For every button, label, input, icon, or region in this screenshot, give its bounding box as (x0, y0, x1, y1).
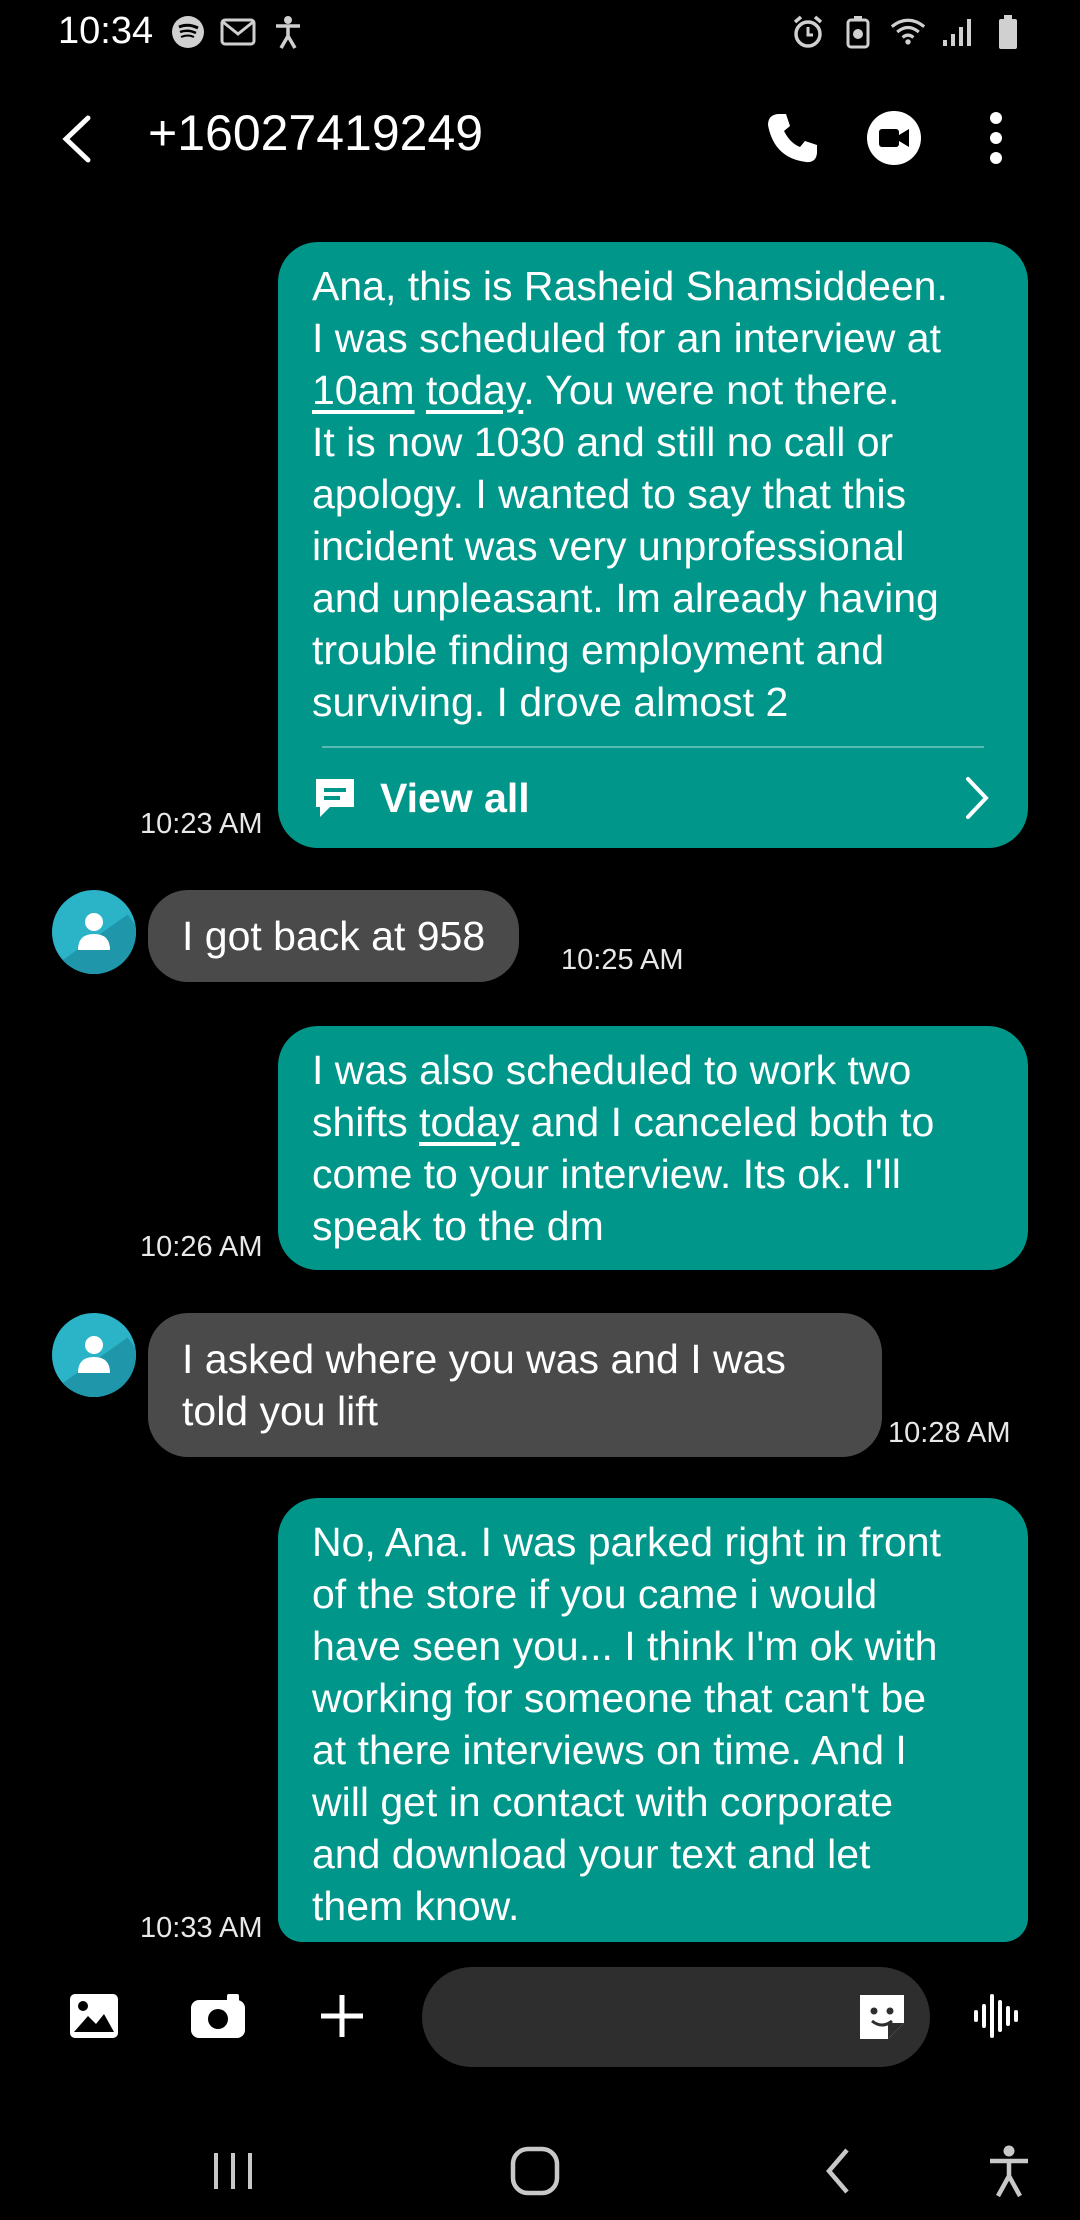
status-time: 10:34 (58, 10, 154, 52)
mail-icon (220, 14, 256, 50)
message-bubble-outgoing[interactable]: No, Ana. I was parked right in front of … (278, 1498, 1028, 1942)
spotify-icon (170, 14, 206, 50)
message-timestamp: 10:26 AM (140, 1231, 263, 1263)
accessibility-button[interactable] (974, 2136, 1044, 2206)
message-line: I asked where you was and I was (182, 1336, 786, 1382)
message-composer (0, 1950, 1080, 2080)
system-back-button[interactable] (804, 2136, 874, 2206)
voice-record-button[interactable] (962, 1980, 1034, 2052)
message-line: them know. (312, 1883, 520, 1929)
date-link[interactable]: today (419, 1099, 519, 1145)
message-line: I was also scheduled to work two (312, 1047, 912, 1093)
contact-name[interactable]: +16027419249 (148, 104, 483, 162)
message-timestamp: 10:28 AM (888, 1417, 1011, 1449)
chevron-right-icon (966, 777, 989, 819)
message-line: will get in contact with corporate (312, 1779, 894, 1825)
more-options-icon (990, 112, 1002, 164)
message-line: working for someone that can't be (312, 1675, 927, 1721)
back-icon (826, 2148, 849, 2194)
more-options-button[interactable] (964, 106, 1028, 170)
message-line: It is now 1030 and still no call or (312, 419, 894, 465)
home-button[interactable] (500, 2136, 570, 2206)
message-timestamp: 10:25 AM (561, 944, 684, 976)
message-bubble-outgoing[interactable]: Ana, this is Rasheid Shamsiddeen. I was … (278, 242, 1028, 848)
message-timestamp: 10:23 AM (140, 808, 263, 840)
message-bubble-incoming[interactable]: I asked where you was and I was told you… (148, 1313, 882, 1457)
message-line: incident was very unprofessional (312, 523, 905, 569)
back-button[interactable] (52, 108, 112, 168)
view-all-button[interactable]: View all (312, 748, 994, 848)
accessibility-icon (990, 2145, 1028, 2198)
battery-icon (990, 14, 1026, 50)
accessibility-icon (270, 14, 306, 50)
phone-icon (768, 114, 817, 163)
conversation-header: +16027419249 (0, 90, 1080, 180)
message-line: I got back at 958 (182, 913, 486, 959)
message-line: surviving. I drove almost 2 (312, 679, 789, 725)
message-line: shifts today and I canceled both to (312, 1096, 994, 1148)
message-line: told you lift (182, 1388, 378, 1434)
alarm-icon (790, 14, 826, 50)
message-line: 10am today. You were not there. (312, 364, 994, 416)
view-all-label: View all (380, 775, 530, 821)
person-icon (78, 1336, 110, 1373)
system-navigation-bar (0, 2110, 1080, 2220)
date-link[interactable]: today (426, 367, 523, 413)
message-line: trouble finding employment and (312, 627, 885, 673)
gallery-icon (70, 1994, 118, 2038)
wifi-icon (890, 14, 926, 50)
message-line: No, Ana. I was parked right in front (312, 1519, 941, 1565)
contact-avatar[interactable] (52, 1313, 136, 1397)
camera-button[interactable] (182, 1980, 254, 2052)
sticker-button[interactable] (854, 1989, 910, 2045)
signal-icon (940, 14, 976, 50)
message-field[interactable] (422, 1967, 930, 2067)
sticker-icon (860, 1995, 904, 2039)
message-input[interactable] (452, 1967, 852, 2067)
recent-apps-icon (214, 2153, 252, 2189)
add-button[interactable] (306, 1980, 378, 2052)
voice-icon (974, 1994, 1018, 2038)
message-line: and download your text and let (312, 1831, 871, 1877)
status-bar: 10:34 (0, 0, 1080, 70)
message-line: and unpleasant. Im already having (312, 575, 939, 621)
call-button[interactable] (760, 106, 824, 170)
gallery-button[interactable] (58, 1980, 130, 2052)
message-line: I was scheduled for an interview at (312, 315, 941, 361)
message-line-fragment: and I canceled both to (519, 1099, 935, 1145)
recent-apps-button[interactable] (198, 2136, 268, 2206)
message-bubble-outgoing[interactable]: I was also scheduled to work two shifts … (278, 1026, 1028, 1270)
message-text: Ana, this is Rasheid Shamsiddeen. I was … (312, 260, 994, 728)
battery-saver-icon (840, 14, 876, 50)
home-icon (510, 2146, 560, 2196)
add-icon (321, 1995, 363, 2037)
message-timestamp: 10:33 AM (140, 1912, 263, 1944)
camera-icon (191, 1994, 245, 2038)
video-call-button[interactable] (862, 106, 926, 170)
contact-avatar[interactable] (52, 890, 136, 974)
message-line: Ana, this is Rasheid Shamsiddeen. (312, 263, 948, 309)
message-line: come to your interview. Its ok. I'll (312, 1151, 901, 1197)
message-line-fragment: shifts (312, 1099, 420, 1145)
message-line: apology. I wanted to say that this (312, 471, 907, 517)
date-link[interactable]: 10am (312, 367, 415, 413)
video-call-icon (867, 111, 921, 165)
message-line: have seen you... I think I'm ok with (312, 1623, 938, 1669)
message-line: at there interviews on time. And I (312, 1727, 907, 1773)
message-icon (316, 779, 354, 817)
back-arrow-icon (62, 115, 91, 163)
message-line: speak to the dm (312, 1203, 604, 1249)
message-line: of the store if you came i would (312, 1571, 878, 1617)
message-bubble-incoming[interactable]: I got back at 958 (148, 890, 520, 982)
person-icon (78, 913, 110, 950)
message-line-fragment: . You were not there. (523, 367, 900, 413)
